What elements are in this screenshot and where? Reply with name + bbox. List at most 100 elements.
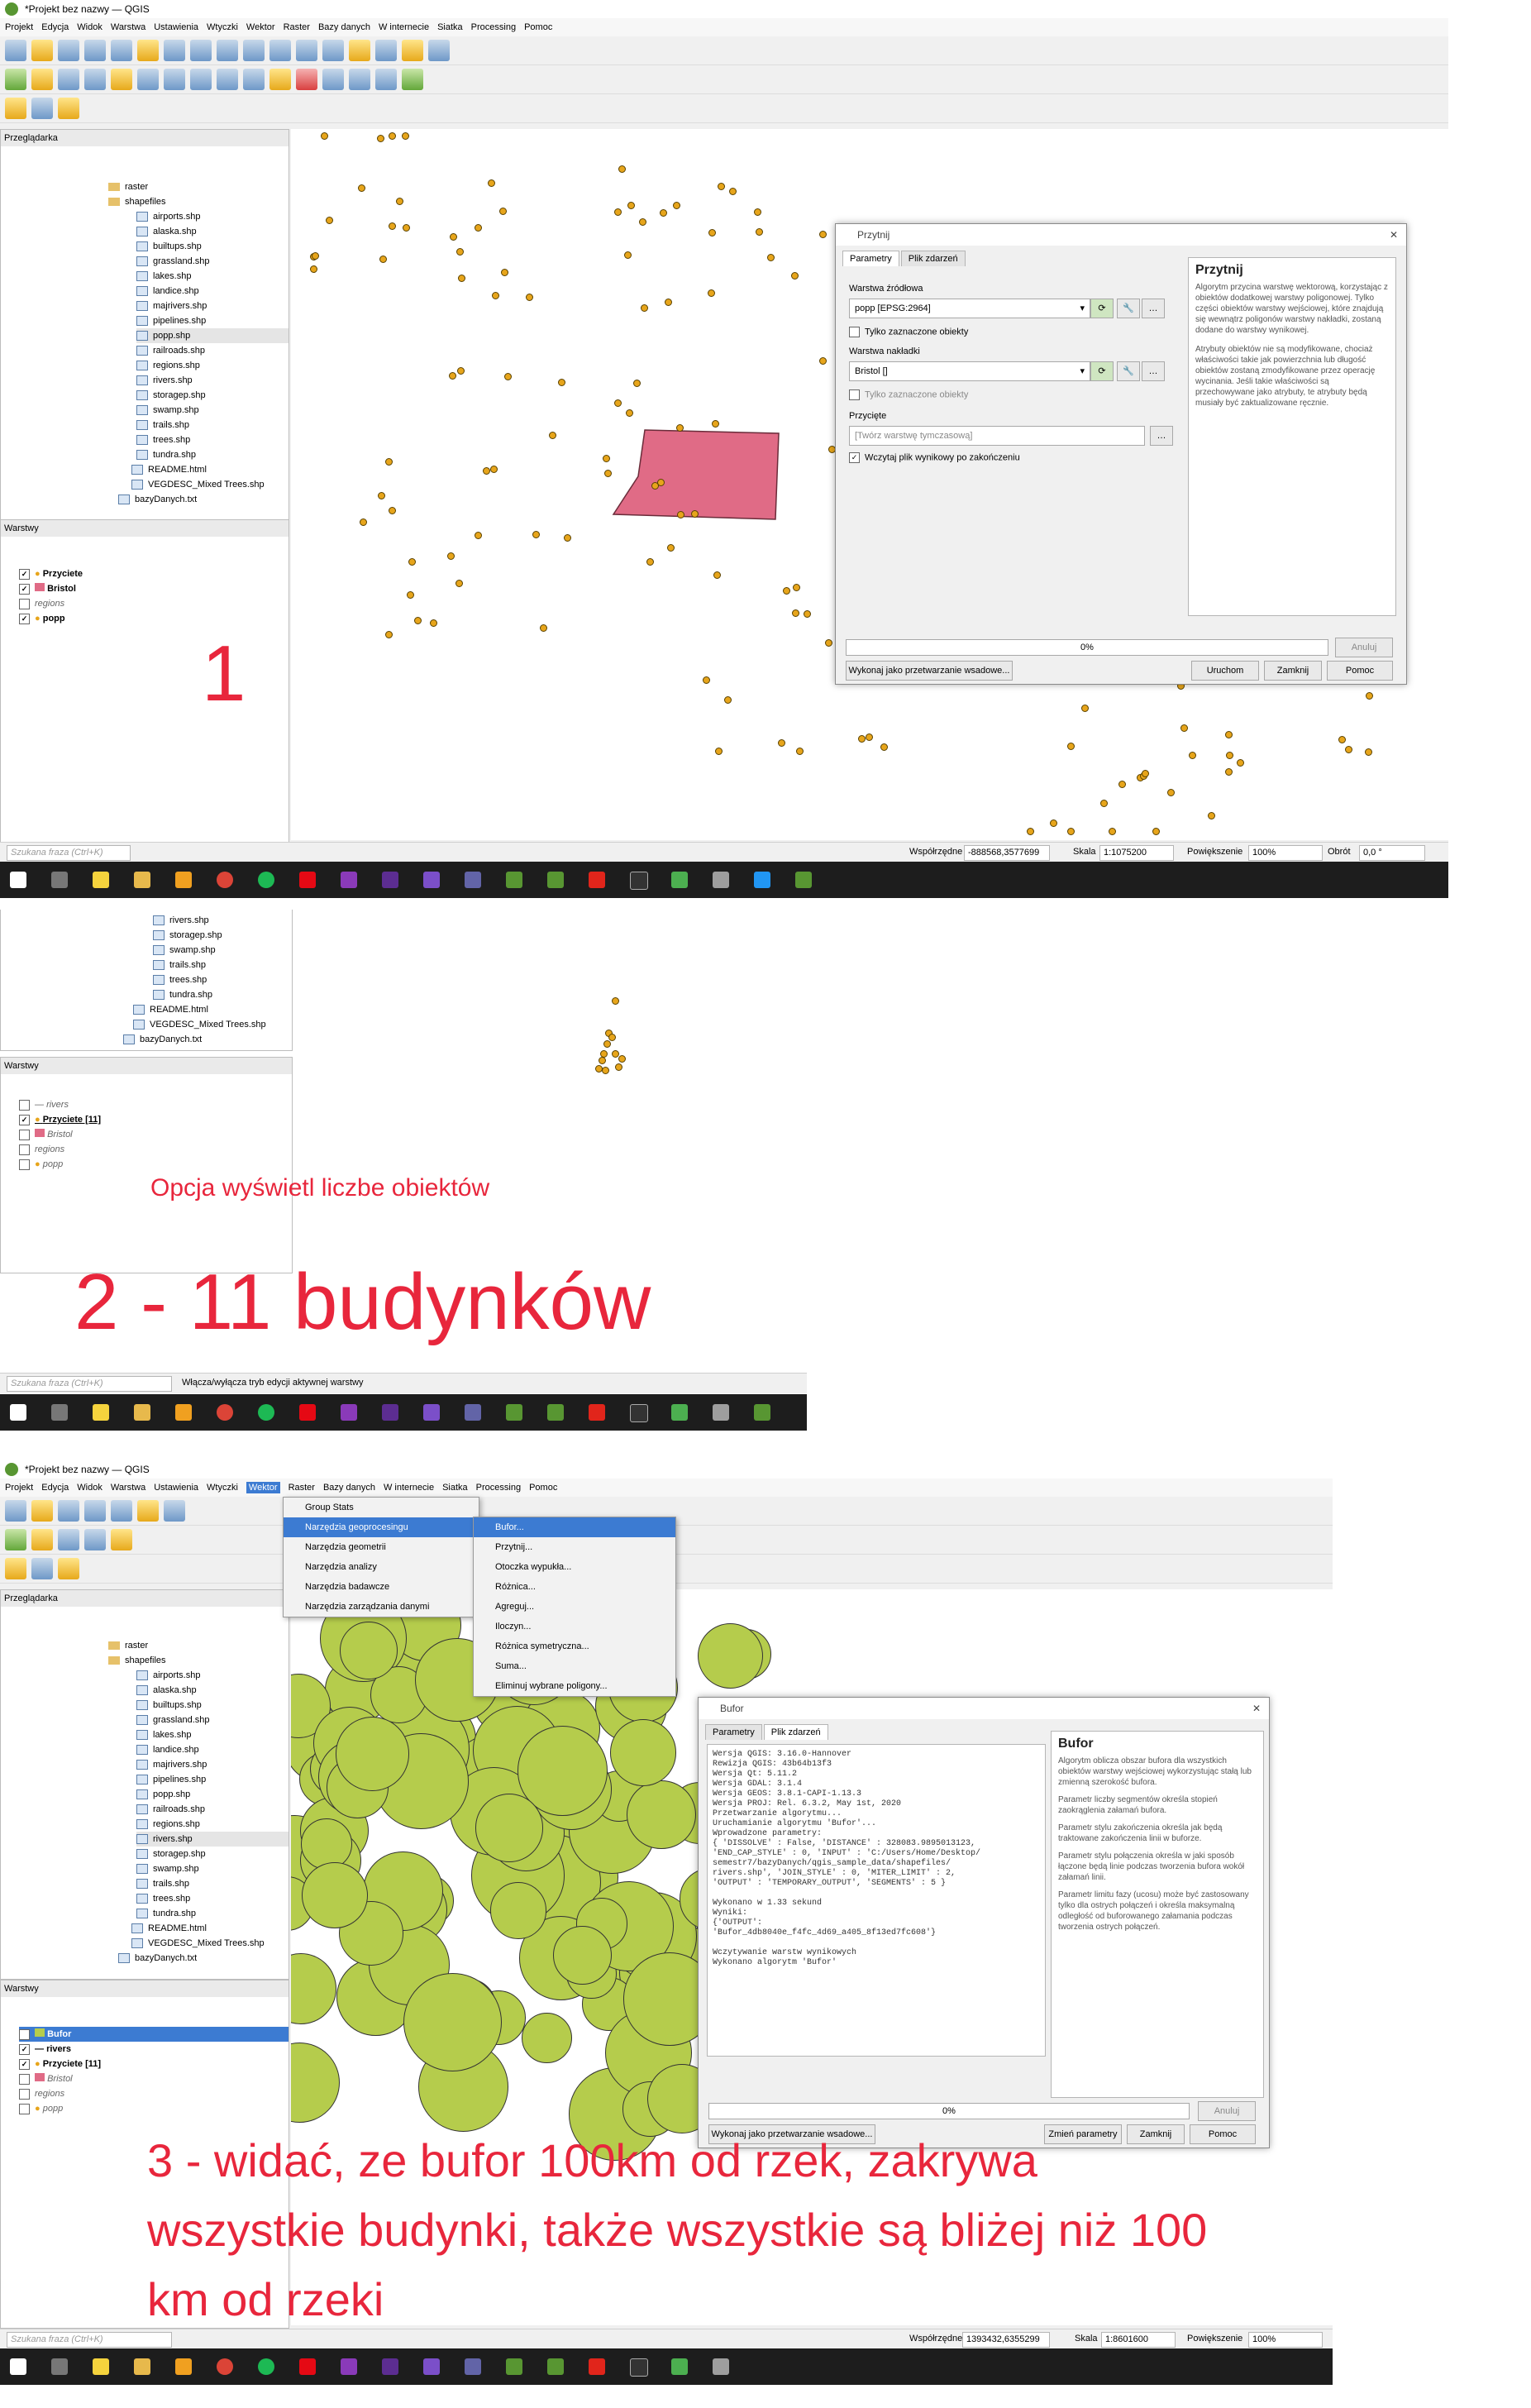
label-icon[interactable]: [269, 69, 291, 90]
teams-icon[interactable]: [465, 2358, 481, 2375]
app-icon[interactable]: [671, 1404, 688, 1421]
menu-processing[interactable]: Processing: [471, 22, 516, 32]
menu-edycja[interactable]: Edycja: [41, 22, 69, 32]
label-pin-icon[interactable]: [322, 69, 344, 90]
only-selected-2[interactable]: Tylko zaznaczone obiekty: [849, 389, 968, 400]
browse-button-2[interactable]: …: [1142, 361, 1165, 381]
menu-widok[interactable]: Widok: [77, 1483, 103, 1493]
menu-item-group-stats[interactable]: Group Stats: [284, 1498, 479, 1517]
scale-field[interactable]: 1:8601600: [1101, 2332, 1176, 2348]
magnifier-field[interactable]: 100%: [1248, 2332, 1323, 2348]
browser-item-regions[interactable]: regions.shp: [136, 1817, 289, 1832]
layer-bufor[interactable]: ✓ Bufor: [19, 2027, 289, 2042]
add-raster-icon[interactable]: [58, 69, 79, 90]
file-explorer-icon[interactable]: [134, 2358, 150, 2375]
browser-item-majrivers[interactable]: majrivers.shp: [136, 1757, 289, 1772]
redo-icon[interactable]: [243, 69, 265, 90]
only-selected-1[interactable]: Tylko zaznaczone obiekty: [849, 327, 968, 337]
qgis-icon[interactable]: [547, 1404, 564, 1421]
deselect-icon[interactable]: [58, 98, 79, 119]
browser-item-popp[interactable]: popp.shp: [136, 328, 289, 343]
browser-item-railroads[interactable]: railroads.shp: [136, 343, 289, 358]
measure-icon[interactable]: [375, 40, 397, 61]
search-input[interactable]: Szukana fraza (Ctrl+K): [7, 2332, 172, 2348]
search-icon[interactable]: [51, 2358, 68, 2375]
source-select[interactable]: popp [EPSG:2964] ▾: [849, 299, 1090, 318]
vs-icon[interactable]: [382, 2358, 398, 2375]
menu-item-union[interactable]: Suma...: [474, 1656, 675, 1676]
tab-plik-zdarzen[interactable]: Plik zdarzeń: [763, 1724, 828, 1740]
save-as-icon[interactable]: [84, 40, 106, 61]
menu-edycja[interactable]: Edycja: [41, 1483, 69, 1493]
browser-item-railroads[interactable]: railroads.shp: [136, 1802, 289, 1817]
qgis-icon[interactable]: [506, 872, 522, 888]
cancel-button[interactable]: Anuluj: [1198, 2101, 1256, 2121]
menu-warstwa[interactable]: Warstwa: [111, 1483, 145, 1493]
app-icon[interactable]: [341, 1404, 357, 1421]
magnifier-field[interactable]: 100%: [1248, 845, 1323, 861]
add-vector-icon[interactable]: [31, 1529, 53, 1550]
qgis-icon[interactable]: [506, 2358, 522, 2375]
browser-item-raster[interactable]: raster: [108, 1638, 289, 1653]
layer-bristol[interactable]: Bristol: [19, 2071, 289, 2086]
terminal-icon[interactable]: [630, 1404, 648, 1422]
layer-przyciete-count[interactable]: ✓ ● Przyciete [11]: [19, 1112, 292, 1127]
teams-icon[interactable]: [465, 1404, 481, 1421]
select-attr-icon[interactable]: [31, 98, 53, 119]
pan-icon[interactable]: [137, 1500, 159, 1522]
checkbox-unchecked[interactable]: [19, 598, 30, 609]
digitize-icon[interactable]: [137, 69, 159, 90]
search-icon[interactable]: [51, 1404, 68, 1421]
menu-processing[interactable]: Processing: [476, 1483, 521, 1493]
acrobat-icon[interactable]: [589, 872, 605, 888]
layer-bristol[interactable]: Bristol: [19, 1127, 292, 1142]
app-icon[interactable]: [175, 2358, 192, 2375]
checkbox-checked[interactable]: ✓: [19, 568, 30, 580]
output-browse-button[interactable]: …: [1150, 426, 1173, 446]
menu-siatka[interactable]: Siatka: [437, 22, 463, 32]
menu-item-intersection[interactable]: Iloczyn...: [474, 1617, 675, 1636]
spotify-icon[interactable]: [258, 1404, 274, 1421]
menu-raster[interactable]: Raster: [289, 1483, 315, 1493]
browser-item-trees[interactable]: trees.shp: [153, 972, 292, 987]
data-source-icon[interactable]: [5, 69, 26, 90]
menu-siatka[interactable]: Siatka: [442, 1483, 468, 1493]
app-icon[interactable]: [341, 872, 357, 888]
zoom-in-icon[interactable]: [164, 40, 185, 61]
checkbox-checked[interactable]: ✓: [19, 613, 30, 624]
browser-item-trails[interactable]: trails.shp: [136, 1876, 289, 1891]
checkbox-checked[interactable]: ✓: [849, 452, 860, 463]
layer-bristol[interactable]: ✓ Bristol: [19, 581, 289, 596]
new-project-icon[interactable]: [5, 1500, 26, 1522]
browser-item-bazydanych[interactable]: bazyDanych.txt: [1, 1032, 292, 1047]
qgis-icon[interactable]: [547, 2358, 564, 2375]
cancel-button[interactable]: Anuluj: [1335, 638, 1393, 657]
vs-icon[interactable]: [382, 872, 398, 888]
iterate-button-2[interactable]: ⟳: [1090, 361, 1114, 381]
browser-item-swamp[interactable]: swamp.shp: [136, 403, 289, 418]
browser-item-alaska[interactable]: alaska.shp: [136, 224, 289, 239]
checkbox-unchecked[interactable]: [849, 389, 860, 400]
browser-item-lakes[interactable]: lakes.shp: [136, 269, 289, 284]
iterate-button[interactable]: ⟳: [1090, 299, 1114, 318]
layer-regions[interactable]: regions: [19, 1142, 292, 1157]
menu-wektor-open[interactable]: Wektor: [246, 1482, 280, 1493]
app-icon[interactable]: [671, 2358, 688, 2375]
acrobat-icon[interactable]: [589, 1404, 605, 1421]
app-icon[interactable]: [754, 872, 770, 888]
menu-item-data-management[interactable]: Narzędzia zarządzania danymi: [284, 1597, 479, 1617]
browser-item-rivers[interactable]: rivers.shp: [153, 913, 292, 928]
layer-popp[interactable]: ✓ ● popp: [19, 611, 289, 626]
browser-item-tundra[interactable]: tundra.shp: [136, 1906, 289, 1921]
browser-item-airports[interactable]: airports.shp: [136, 1668, 289, 1683]
annotation-icon[interactable]: [402, 40, 423, 61]
layer-przyciete-count[interactable]: ✓ ● Przyciete [11]: [19, 2057, 289, 2071]
rotation-field[interactable]: 0,0 °: [1359, 845, 1425, 861]
browser-item-airports[interactable]: airports.shp: [136, 209, 289, 224]
close-button[interactable]: Zamknij: [1127, 2124, 1185, 2144]
browser-item-storagep[interactable]: storagep.shp: [136, 1847, 289, 1861]
spotify-icon[interactable]: [258, 872, 274, 888]
windows-start-icon[interactable]: [10, 1404, 26, 1421]
select-feature-icon[interactable]: [5, 98, 26, 119]
layer-regions[interactable]: regions: [19, 2086, 289, 2101]
